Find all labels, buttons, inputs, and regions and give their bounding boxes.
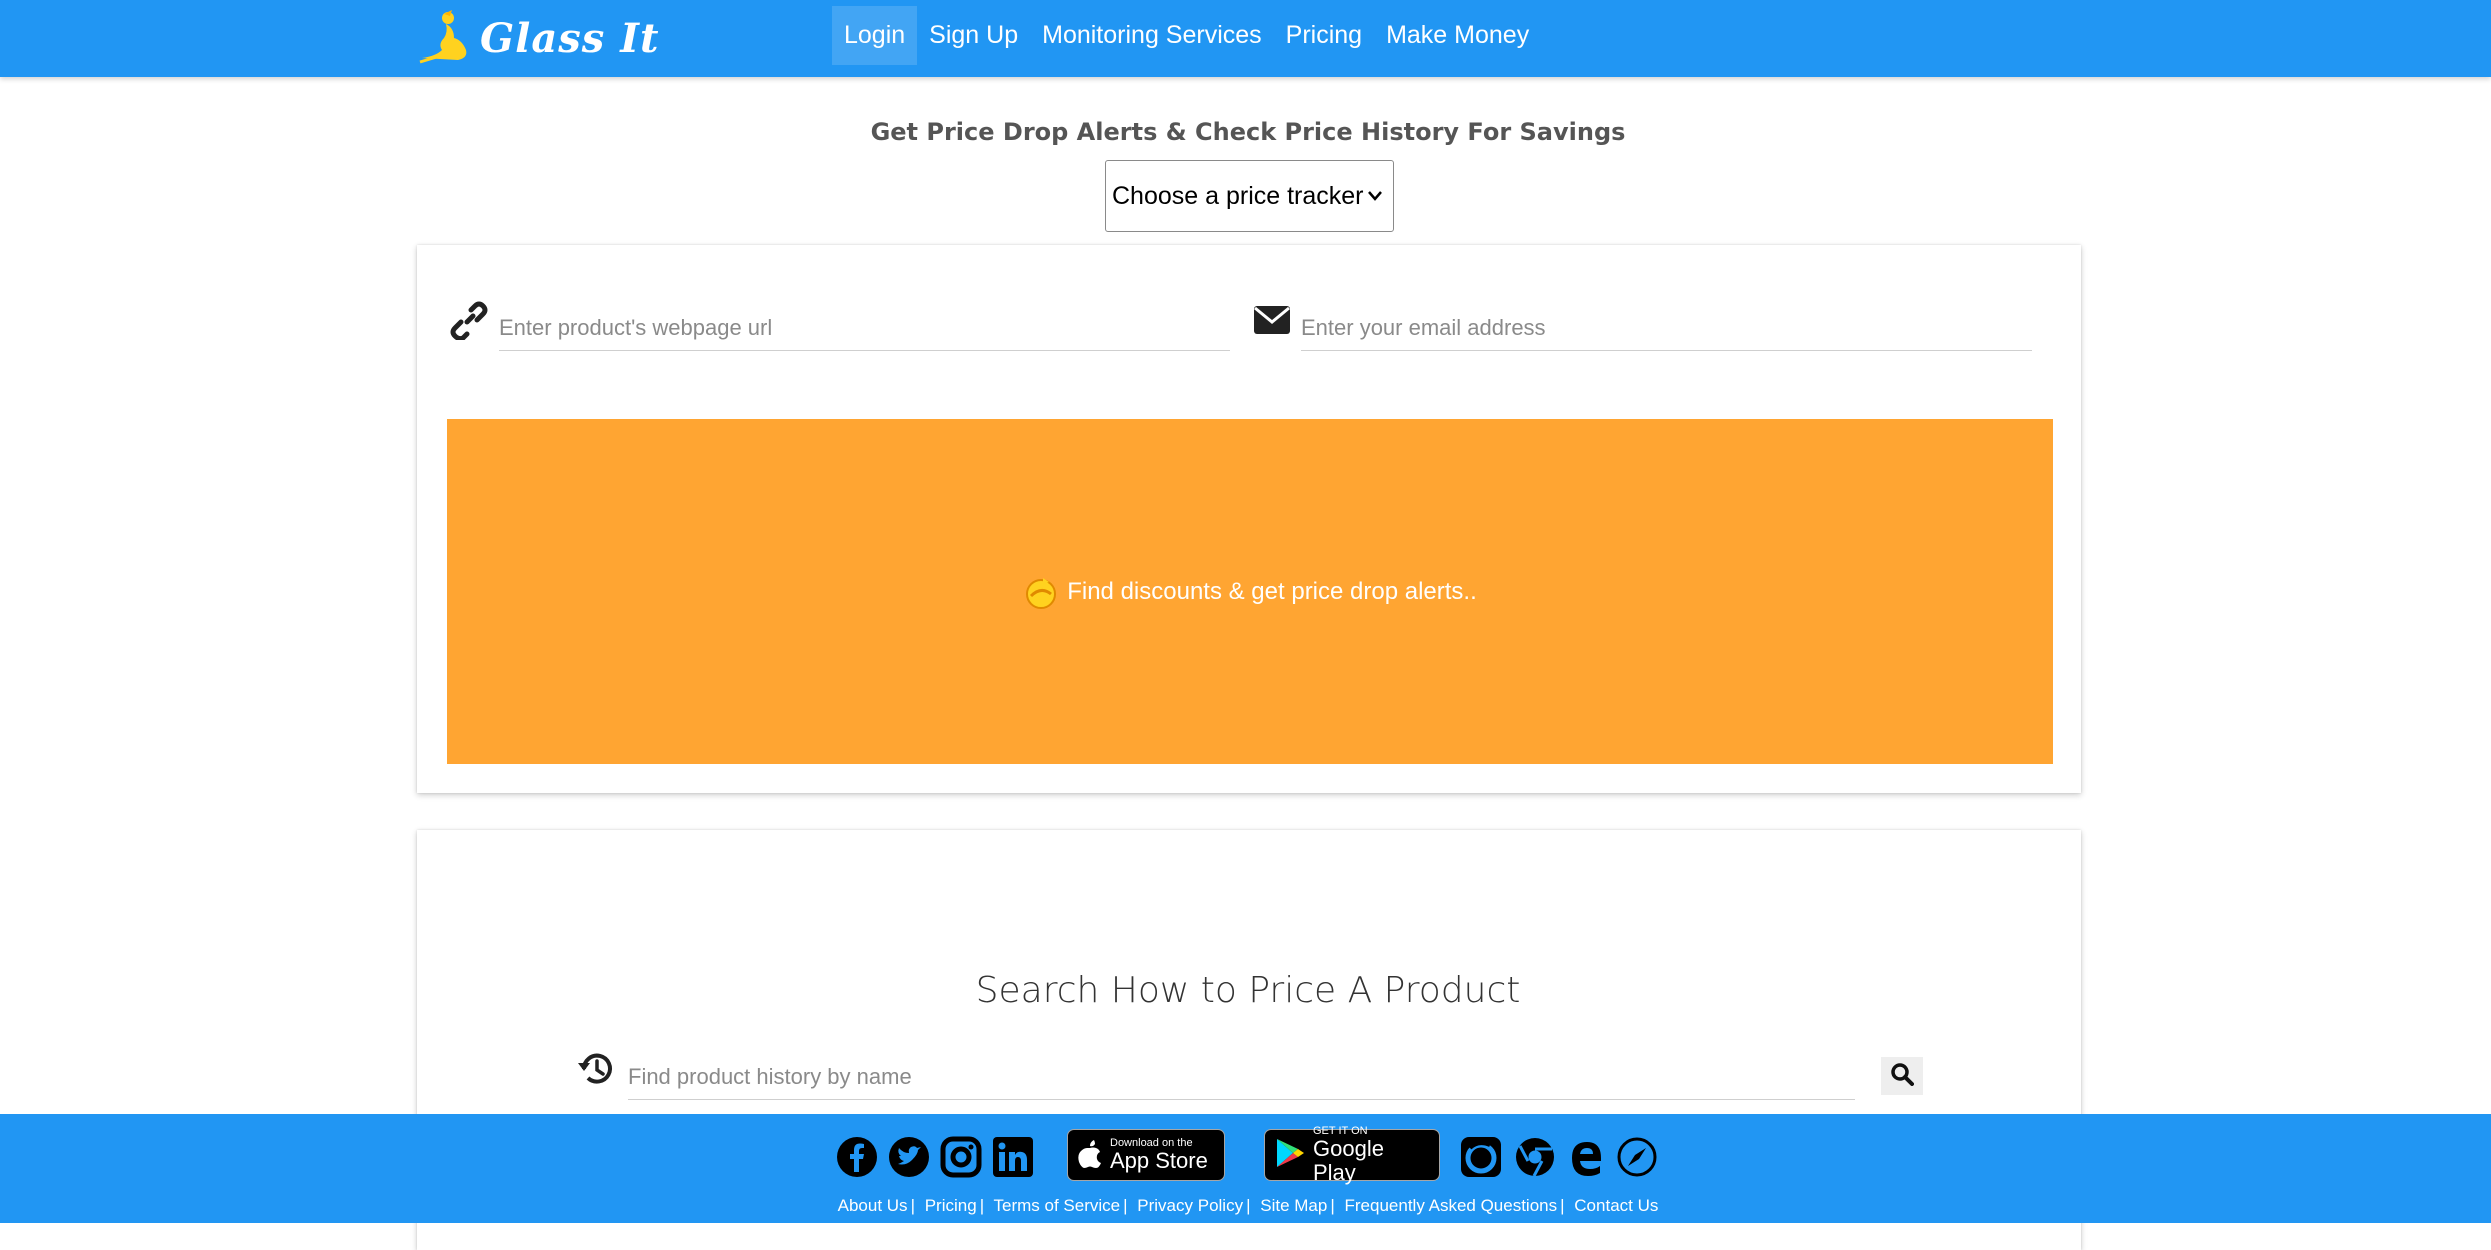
footer-separator: |	[1560, 1196, 1565, 1215]
link-icon	[449, 300, 489, 345]
envelope-icon	[1253, 305, 1291, 340]
nav-login[interactable]: Login	[832, 6, 918, 65]
social-links	[836, 1136, 1034, 1183]
google-play-badge[interactable]: GET IT ON Google Play	[1264, 1125, 1440, 1185]
browser-extension-links	[1460, 1136, 1658, 1183]
search-button[interactable]	[1881, 1057, 1923, 1095]
genie-lamp-icon	[418, 6, 474, 71]
find-discounts-label: Find discounts & get price drop alerts..	[1067, 577, 1477, 605]
app-store-badge[interactable]: Download on the App Store	[1067, 1129, 1225, 1181]
price-tracker-select[interactable]: Choose a price tracker	[1105, 160, 1394, 232]
logo-text: Glass It	[480, 14, 660, 62]
footer-link-faq[interactable]: Frequently Asked Questions	[1345, 1196, 1558, 1215]
hero-title: Get Price Drop Alerts & Check Price Hist…	[870, 118, 1626, 146]
footer-separator: |	[1330, 1196, 1335, 1215]
footer-link-about-us[interactable]: About Us	[838, 1196, 908, 1215]
search-icon	[1890, 1062, 1914, 1091]
main-nav: Login Sign Up Monitoring Services Pricin…	[832, 6, 1541, 65]
history-icon	[576, 1049, 616, 1094]
history-search-title: Search How to Price A Product	[975, 970, 1521, 1011]
firefox-icon[interactable]	[1460, 1136, 1502, 1183]
product-url-input[interactable]	[499, 305, 1230, 351]
footer-links: About Us | Pricing | Terms of Service | Pri…	[0, 1196, 2491, 1216]
edge-icon[interactable]	[1566, 1136, 1606, 1183]
footer-separator: |	[1246, 1196, 1251, 1215]
nav-sign-up[interactable]: Sign Up	[917, 6, 1030, 65]
footer-link-terms[interactable]: Terms of Service	[994, 1196, 1121, 1215]
instagram-icon[interactable]	[940, 1136, 982, 1183]
nav-pricing[interactable]: Pricing	[1274, 6, 1374, 65]
email-input[interactable]	[1301, 305, 2032, 351]
nav-monitoring-services[interactable]: Monitoring Services	[1030, 6, 1274, 65]
footer-link-contact-us[interactable]: Contact Us	[1574, 1196, 1658, 1215]
product-history-search-input[interactable]	[628, 1054, 1855, 1100]
chrome-icon[interactable]	[1514, 1136, 1556, 1183]
twitter-icon[interactable]	[888, 1136, 930, 1183]
footer-separator: |	[979, 1196, 985, 1215]
top-navbar: Glass It Login Sign Up Monitoring Servic…	[0, 0, 2491, 77]
find-discounts-button[interactable]: Find discounts & get price drop alerts..	[447, 419, 2053, 764]
safari-icon[interactable]	[1616, 1136, 1658, 1183]
google-play-icon	[1275, 1137, 1305, 1174]
footer-link-site-map[interactable]: Site Map	[1260, 1196, 1327, 1215]
nav-make-money[interactable]: Make Money	[1374, 6, 1541, 65]
facebook-icon[interactable]	[836, 1136, 878, 1183]
app-store-big-text: App Store	[1110, 1148, 1208, 1173]
linkedin-icon[interactable]	[992, 1136, 1034, 1183]
price-tracker-select-value: Choose a price tracker	[1112, 182, 1364, 210]
footer-separator: |	[910, 1196, 915, 1215]
apple-icon	[1078, 1138, 1102, 1173]
footer-link-privacy[interactable]: Privacy Policy	[1137, 1196, 1243, 1215]
google-play-big-text: Google Play	[1313, 1136, 1384, 1185]
footer-separator: |	[1123, 1196, 1128, 1215]
genie-lamp-icon	[1023, 574, 1059, 610]
footer: Download on the App Store GET IT ON Goog…	[0, 1114, 2491, 1223]
logo[interactable]: Glass It	[418, 8, 659, 68]
footer-link-pricing[interactable]: Pricing	[925, 1196, 977, 1215]
